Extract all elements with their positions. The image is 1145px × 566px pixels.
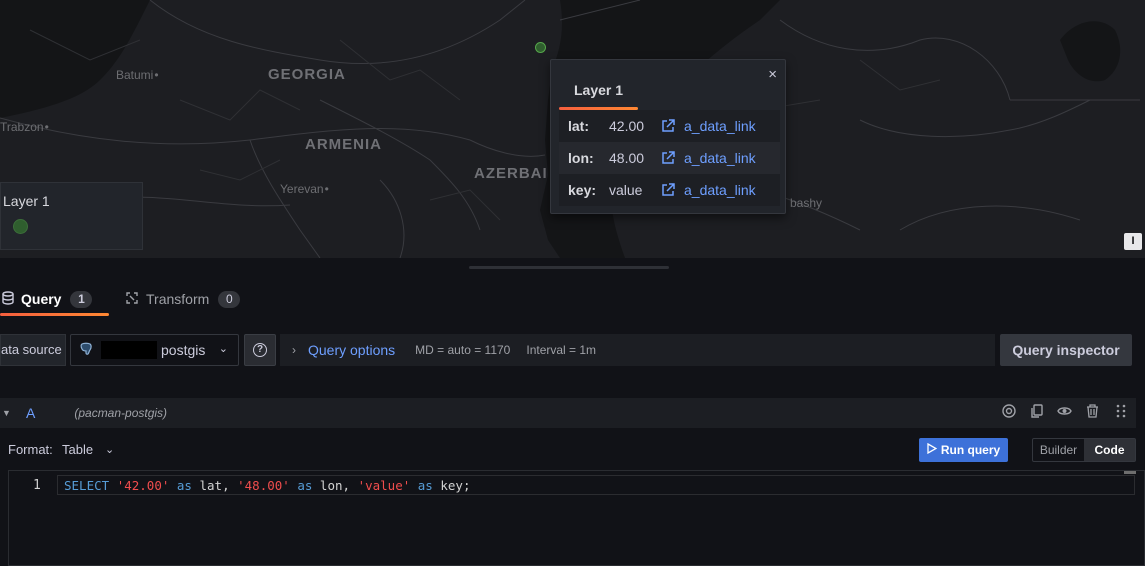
tooltip-row: lon: 48.00 a_data_link	[559, 142, 780, 174]
chevron-down-icon[interactable]: ⌄	[105, 443, 114, 456]
format-label: Format:	[8, 442, 53, 457]
token-as: as	[176, 478, 192, 493]
map-label-azerbaijan: AZERBAI	[474, 165, 548, 182]
token-identifier: lon,	[312, 478, 358, 493]
tooltip-key: key:	[568, 182, 597, 198]
collapse-icon[interactable]: ▼	[2, 408, 24, 418]
run-query-button[interactable]: Run query	[919, 438, 1008, 462]
tooltip-row: lat: 42.00 a_data_link	[559, 110, 780, 142]
tab-transform-label: Transform	[146, 291, 210, 307]
editor-gutter: 1	[9, 471, 57, 565]
drag-handle-icon[interactable]	[1113, 404, 1128, 420]
token-as: as	[417, 478, 433, 493]
query-toolbar: ata source postgis ⌄ ? › Query options M…	[0, 334, 1145, 366]
code-mode-button[interactable]: Code	[1084, 439, 1135, 461]
editor-scrollbar[interactable]	[1124, 471, 1136, 474]
help-icon: ?	[253, 343, 267, 357]
map-data-point[interactable]	[535, 42, 546, 53]
editor-mode-switch: Builder Code	[1032, 438, 1136, 462]
token-string: '48.00'	[237, 478, 290, 493]
external-link-icon	[662, 119, 675, 132]
tooltip-data-link[interactable]: a_data_link	[657, 110, 780, 142]
tab-transform[interactable]: Transform 0	[125, 282, 241, 316]
tooltip-value: 42.00	[609, 118, 645, 134]
map-attribution-button[interactable]: I	[1124, 233, 1142, 250]
external-link-icon	[662, 151, 675, 164]
external-link-icon	[662, 183, 675, 196]
tab-query-label: Query	[21, 291, 62, 307]
map-legend: Layer 1	[0, 182, 143, 250]
token-string: '42.00'	[116, 478, 170, 493]
tooltip-link-label[interactable]: a_data_link	[684, 118, 756, 134]
token-string: 'value'	[357, 478, 411, 493]
chevron-right-icon: ›	[292, 343, 296, 357]
query-options-bar[interactable]: › Query options MD = auto = 1170 Interva…	[280, 334, 995, 366]
tooltip-key: lat:	[568, 118, 589, 134]
tooltip-link-label[interactable]: a_data_link	[684, 182, 756, 198]
tooltip-key: lon:	[568, 150, 594, 166]
map-label-batumi: Batumi	[116, 68, 159, 82]
run-query-label: Run query	[940, 443, 1001, 457]
interval-info: Interval = 1m	[526, 343, 597, 357]
datasource-name: postgis	[161, 342, 206, 358]
query-count-badge: 1	[70, 290, 93, 308]
sql-code-editor[interactable]: 1 SELECT '42.00' as lat, '48.00' as lon,…	[8, 470, 1145, 566]
code-line[interactable]: SELECT '42.00' as lat, '48.00' as lon, '…	[64, 478, 470, 493]
play-icon	[927, 442, 938, 457]
panel-splitter[interactable]	[0, 258, 1145, 272]
tooltip-layer-tab[interactable]: Layer 1	[559, 80, 638, 110]
query-row-header[interactable]: ▼ A (pacman-postgis)	[0, 398, 1136, 428]
format-row: Format: Table ⌄ Run query Builder Code	[0, 432, 1145, 466]
data-tooltip: × Layer 1 lat: 42.00 a_data_link lon: 48…	[550, 59, 786, 214]
transform-count-badge: 0	[218, 290, 241, 308]
map-label-bashy: bashy	[790, 196, 823, 210]
token-identifier: lat,	[191, 478, 238, 493]
map-label-yerevan: Yerevan	[280, 182, 329, 196]
tooltip-value: 48.00	[609, 150, 645, 166]
postgresql-icon	[79, 342, 93, 359]
legend-title: Layer 1	[3, 193, 50, 209]
trash-icon[interactable]	[1085, 404, 1100, 420]
chevron-down-icon: ⌄	[218, 343, 228, 355]
map-panel[interactable]: Batumi GEORGIA Trabzon ARMENIA Yerevan A…	[0, 0, 1145, 258]
token-select: SELECT	[64, 478, 110, 493]
transform-icon	[125, 291, 139, 308]
help-button[interactable]: ?	[244, 334, 276, 366]
line-number: 1	[33, 478, 41, 493]
query-datasource-name: (pacman-postgis)	[74, 406, 168, 420]
close-icon[interactable]: ×	[768, 66, 777, 83]
query-ref-id[interactable]: A	[26, 405, 35, 421]
tooltip-link-label[interactable]: a_data_link	[684, 150, 756, 166]
map-label-georgia: GEORGIA	[268, 66, 346, 83]
query-inspector-button[interactable]: Query inspector	[1000, 334, 1132, 366]
query-options-title[interactable]: Query options	[308, 342, 395, 358]
active-tab-indicator	[0, 313, 109, 316]
splitter-handle[interactable]	[469, 266, 669, 269]
redacted-block	[101, 341, 157, 359]
token-as: as	[297, 478, 313, 493]
tooltip-row: key: value a_data_link	[559, 174, 780, 206]
database-icon	[2, 290, 14, 308]
map-label-armenia: ARMENIA	[305, 136, 382, 153]
datasource-picker[interactable]: postgis ⌄	[70, 334, 239, 366]
tooltip-data-link[interactable]: a_data_link	[657, 142, 780, 174]
max-data-points-info: MD = auto = 1170	[415, 343, 511, 357]
query-row-actions	[1001, 404, 1128, 420]
token-identifier: key;	[432, 478, 471, 493]
tooltip-table: lat: 42.00 a_data_link lon: 48.00 a_data…	[559, 110, 780, 206]
help-circle-icon[interactable]	[1001, 404, 1016, 420]
builder-mode-button[interactable]: Builder	[1033, 439, 1084, 461]
tooltip-value: value	[609, 182, 643, 198]
data-source-label: ata source	[0, 334, 66, 366]
tab-query[interactable]: Query 1	[2, 282, 93, 316]
format-select[interactable]: Table	[62, 442, 93, 457]
legend-swatch	[13, 219, 28, 234]
eye-icon[interactable]	[1057, 404, 1072, 420]
map-label-trabzon: Trabzon	[0, 120, 49, 134]
duplicate-icon[interactable]	[1029, 404, 1044, 420]
tooltip-data-link[interactable]: a_data_link	[657, 174, 780, 206]
